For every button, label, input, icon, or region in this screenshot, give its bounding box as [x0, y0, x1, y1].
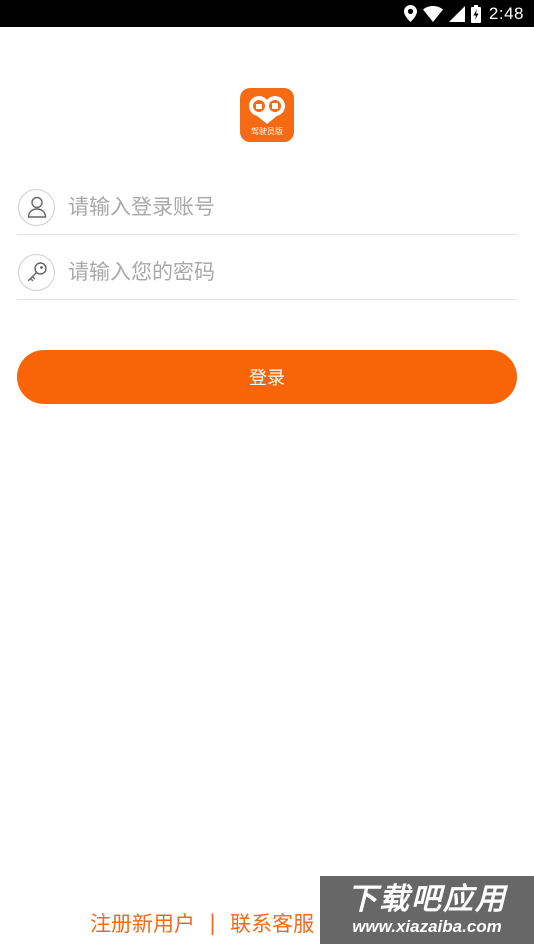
- watermark-url: www.xiazaiba.com: [352, 917, 502, 936]
- status-time: 2:48: [488, 3, 524, 23]
- wifi-icon: [422, 5, 443, 22]
- cell-signal-icon: [448, 5, 465, 22]
- contact-service-link[interactable]: 联系客服: [230, 908, 314, 938]
- watermark: 下载吧应用 www.xiazaiba.com: [320, 876, 534, 944]
- password-row: [17, 245, 517, 300]
- watermark-title: 下载吧应用: [347, 882, 507, 917]
- password-input[interactable]: [68, 252, 488, 292]
- key-icon: [18, 253, 55, 291]
- username-row: [17, 180, 517, 235]
- user-icon: [18, 188, 55, 226]
- status-bar: 2:48: [0, 0, 534, 27]
- heart-logo-icon: [249, 96, 285, 124]
- footer-separator: |: [209, 911, 217, 935]
- battery-charging-icon: [470, 4, 481, 23]
- login-button[interactable]: 登录: [17, 350, 517, 404]
- footer-links: 注册新用户 | 联系客服: [90, 908, 314, 938]
- app-logo: 驾驶员版: [240, 88, 294, 142]
- register-link[interactable]: 注册新用户: [90, 908, 195, 938]
- logo-caption: 驾驶员版: [251, 127, 283, 136]
- location-icon: [403, 5, 417, 22]
- username-input[interactable]: [68, 187, 488, 227]
